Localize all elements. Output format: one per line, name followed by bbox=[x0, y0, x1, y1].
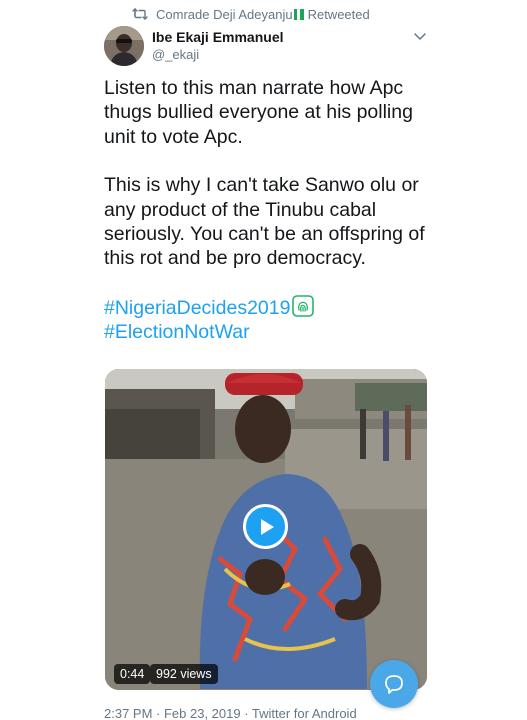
tweet-line: thugs bullied everyone at his polling bbox=[104, 101, 413, 124]
fingerprint-emoji-icon bbox=[292, 295, 315, 317]
retweeted-label: Retweeted bbox=[307, 6, 370, 22]
video-player[interactable]: 0:44 992 views bbox=[105, 369, 427, 690]
tweet-line: any product of the Tinubu cabal bbox=[104, 198, 377, 221]
chevron-down-icon[interactable] bbox=[413, 30, 427, 42]
avatar[interactable] bbox=[104, 26, 144, 66]
play-icon bbox=[261, 518, 274, 535]
tweet-line: This is why I can't take Sanwo olu or bbox=[104, 174, 419, 197]
hashtag-link[interactable]: #ElectionNotWar bbox=[104, 321, 250, 343]
author-handle[interactable]: @_ekaji bbox=[152, 47, 199, 62]
video-views-badge: 992 views bbox=[150, 664, 218, 684]
compose-reply-button[interactable] bbox=[370, 660, 418, 708]
tweet-timestamp[interactable]: 2:37 PM · Feb 23, 2019 · Twitter for And… bbox=[104, 706, 357, 720]
retweeter-name[interactable]: Comrade Deji Adeyanju bbox=[156, 7, 293, 22]
hashtag-line: #ElectionNotWar bbox=[104, 320, 434, 344]
tweet-line: seriously. You can't be an offspring of bbox=[104, 223, 425, 246]
author-name[interactable]: Ibe Ekaji Emmanuel bbox=[152, 29, 284, 45]
retweet-context[interactable]: Comrade Deji Adeyanju Retweeted bbox=[132, 5, 370, 23]
video-duration-badge: 0:44 bbox=[114, 664, 151, 684]
retweet-icon bbox=[132, 7, 148, 21]
tweet-line: this rot and be pro democracy. bbox=[104, 247, 366, 270]
nigeria-flag-icon bbox=[293, 8, 304, 20]
tweet-line: unit to vote Apc. bbox=[104, 125, 243, 148]
compose-reply-icon bbox=[385, 675, 403, 694]
hashtag-link[interactable]: #NigeriaDecides2019 bbox=[104, 297, 290, 319]
play-button[interactable] bbox=[243, 504, 288, 549]
hashtag-line: #NigeriaDecides2019 bbox=[104, 295, 434, 320]
tweet-text: Listen to this man narrate how Apc thugs… bbox=[104, 76, 434, 345]
tweet-line: Listen to this man narrate how Apc bbox=[104, 77, 404, 99]
